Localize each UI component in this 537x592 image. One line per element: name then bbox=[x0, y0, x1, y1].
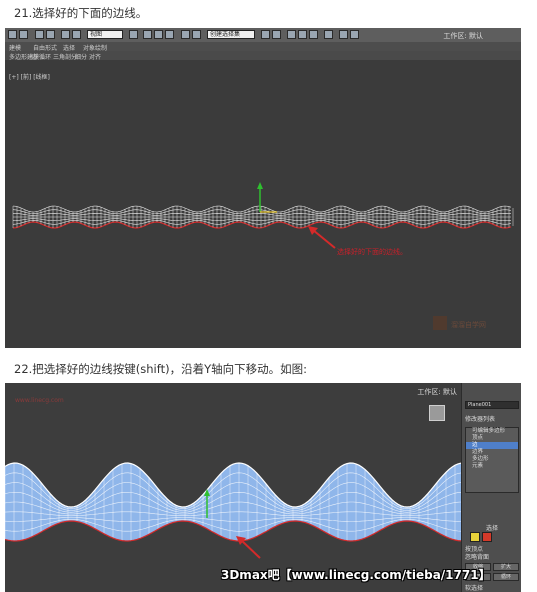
step-21-caption: 21.选择好的下面的边线。 bbox=[14, 6, 148, 20]
perspective-viewport[interactable]: www.linecg.com 工作区: 默认 bbox=[5, 383, 462, 592]
mesh-row-line bbox=[12, 212, 512, 216]
stack-item[interactable]: 顶点 bbox=[466, 435, 518, 442]
screenshot-edge-selection: 视图 创建选择集 工作区: 默认 建模 自由形式 选择 对象绘制 多边形建模 边… bbox=[5, 28, 521, 348]
annotation-arrow-line bbox=[312, 229, 336, 249]
wave-surface[interactable] bbox=[5, 383, 462, 592]
stack-item[interactable]: 边 bbox=[466, 442, 518, 449]
stack-item[interactable]: 多边形 bbox=[466, 456, 518, 463]
annotation-arrow-line-2 bbox=[240, 539, 261, 559]
watermark-text: 溜溜自学网 bbox=[451, 321, 486, 329]
loop-button[interactable]: 循环 bbox=[493, 573, 519, 581]
mesh-row-line bbox=[12, 218, 512, 222]
selection-annotation: 选择好的下面的边线。 bbox=[337, 248, 407, 256]
site-banner: 3Dmax吧【www.linecg.com/tieba/1771】 bbox=[221, 568, 491, 582]
workspace-title-2: 工作区: 默认 bbox=[417, 388, 457, 396]
watermark-logo-icon bbox=[433, 316, 447, 330]
soft-selection-rollout[interactable]: 软选择 bbox=[465, 583, 483, 592]
step-22-caption: 22.把选择好的边线按键(shift)，沿着Y轴向下移动。如图: bbox=[14, 362, 307, 376]
vertex-mode-icon[interactable] bbox=[470, 532, 480, 542]
object-name-field[interactable]: Plane001 bbox=[465, 401, 519, 409]
corner-watermark: www.linecg.com bbox=[15, 397, 64, 404]
wave-mesh-wireframe[interactable] bbox=[5, 28, 521, 348]
stack-item[interactable]: 可编辑多边形 bbox=[466, 428, 518, 435]
stack-item[interactable]: 元素 bbox=[466, 463, 518, 470]
viewcube-icon[interactable] bbox=[429, 405, 445, 421]
ignore-backfacing-checkbox[interactable]: 忽略背面 bbox=[465, 552, 489, 561]
selection-rollout-title[interactable]: 选择 bbox=[486, 523, 498, 532]
grow-button[interactable]: 扩大 bbox=[493, 563, 519, 571]
modifier-stack: 可编辑多边形 顶点 边 边界 多边形 元素 bbox=[465, 427, 519, 493]
modify-panel: Plane001 修改器列表 可编辑多边形 顶点 边 边界 多边形 元素 选择 … bbox=[461, 383, 521, 592]
screenshot-shift-extrude: www.linecg.com 工作区: 默认 Plane001 修改器列表 可编… bbox=[5, 383, 521, 592]
modifier-list-dropdown[interactable]: 修改器列表 bbox=[465, 414, 495, 423]
edge-mode-icon[interactable] bbox=[482, 532, 492, 542]
y-axis-arrow bbox=[257, 182, 263, 189]
stack-item[interactable]: 边界 bbox=[466, 449, 518, 456]
